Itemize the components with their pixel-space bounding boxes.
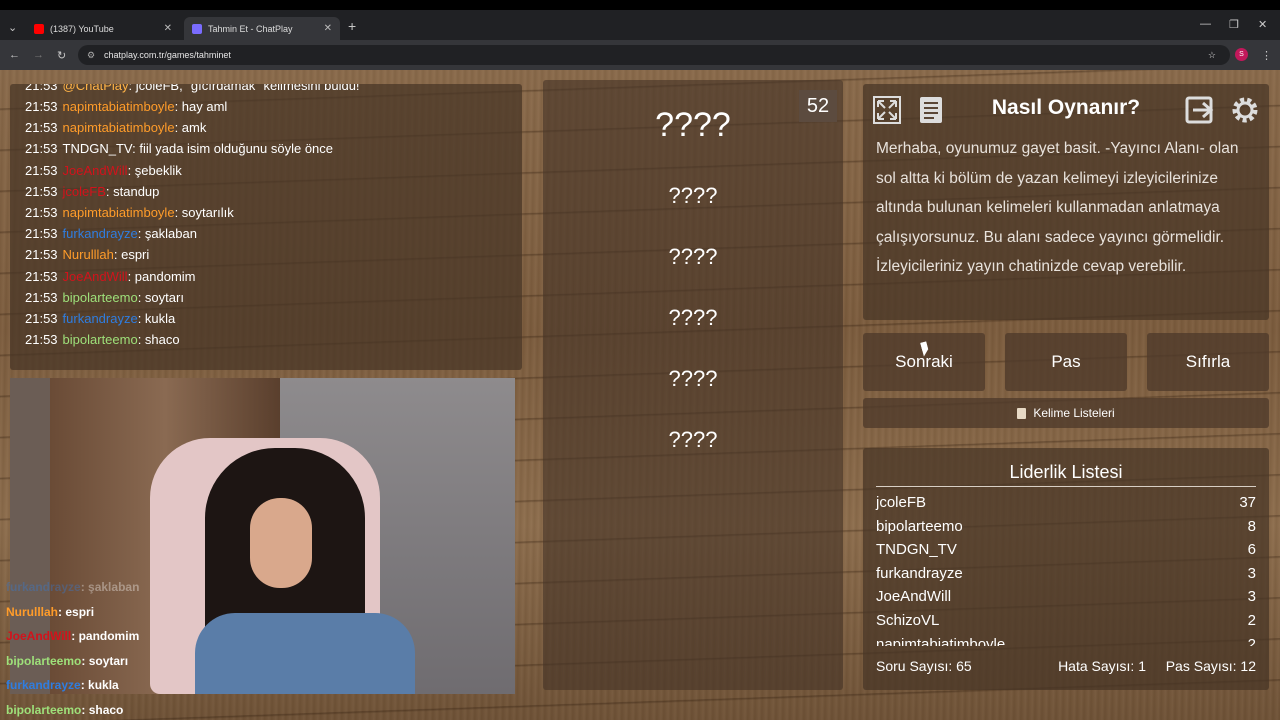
stream-chat-overlay: furkandrayze: şaklaban Nurulllah: espri Jo… (0, 575, 520, 720)
player-name: JoeAndWill (876, 588, 952, 606)
leaderboard-row: JoeAndWill 3 (876, 588, 1256, 612)
player-name: bipolarteemo (876, 517, 963, 535)
chat-line: 21:53 napimtabiatimboyle: hay aml (25, 99, 228, 114)
chat-line: 21:53 bipolarteemo: shaco (25, 332, 180, 348)
tab-youtube[interactable]: (1387) YouTube ✕ (26, 17, 180, 40)
leaderboard-title: Liderlik Listesi (1009, 462, 1123, 482)
chat-line: 21:53 furkandrayze: şaklaban (25, 226, 197, 242)
leaderboard-rows: jcoleFB 37 bipolarteemo 8 TNDGN_TV 6 furkandra… (863, 494, 1269, 646)
player-name: TNDGN_TV (876, 541, 957, 559)
chat-line: 21:53 napimtabiatimboyle: soytarılık (25, 204, 234, 220)
gear-icon[interactable] (1227, 92, 1263, 128)
forbidden-word: ???? (668, 427, 718, 452)
player-score: 37 (1239, 494, 1256, 511)
word-panel: 52 ???? ???? ???? ???? ???? ???? (543, 80, 843, 690)
overlay-chat-line: JoeAndWill: pandomim (6, 629, 140, 643)
player-name: jcoleFB (876, 494, 927, 511)
tab-search-icon[interactable]: ⌄ (8, 21, 17, 34)
leaderboard-stats: Soru Sayısı: 65 Hata Sayısı: 1 Pas Sayıs… (876, 658, 1256, 674)
reset-button[interactable]: Sıfırla (1147, 333, 1269, 391)
reload-icon[interactable]: ↻ (57, 49, 66, 62)
forbidden-word: ???? (668, 366, 718, 391)
leaderboard-row: bipolarteemo 8 (876, 518, 1256, 542)
forbidden-word: ???? (668, 244, 718, 269)
chat-line: 21:53 bipolarteemo: soytarı (25, 289, 184, 305)
how-to-play-text: Merhaba, oyunumuz gayet basit. -Yayıncı … (876, 140, 1239, 276)
main-word: ???? (655, 106, 731, 144)
player-score: 3 (1247, 564, 1256, 582)
overlay-chat-line: bipolarteemo: soytarı (6, 653, 129, 668)
pass-button[interactable]: Pas (1005, 333, 1127, 391)
chat-line: 21:53 napimtabiatimboyle: amk (25, 120, 207, 136)
youtube-icon (34, 23, 44, 34)
menu-icon[interactable]: ⋮ (1261, 49, 1272, 62)
tab-title: Tahmin Et - ChatPlay (208, 23, 293, 34)
chat-line: 21:53 JoeAndWill: şebeklik (25, 162, 182, 178)
browser-tab-bar: ⌄ (1387) YouTube ✕ Tahmin Et - ChatPlay … (0, 0, 1280, 40)
forward-icon[interactable]: → (33, 49, 44, 61)
overlay-chat-line: furkandrayze: kukla (6, 678, 119, 692)
question-count: Soru Sayısı: 65 (876, 658, 972, 674)
player-score: 3 (1247, 588, 1256, 606)
player-name: SchizoVL (876, 612, 940, 629)
chat-line: 21:53 jcoleFB: standup (25, 183, 160, 199)
chat-lines: 21:53 napimtabiatimboyle: hay aml 21:53 nap… (25, 96, 522, 350)
player-score: 8 (1247, 517, 1256, 535)
back-icon[interactable]: ← (9, 49, 20, 61)
close-icon[interactable]: ✕ (324, 23, 332, 34)
maximize-button[interactable]: ❐ (1229, 18, 1239, 31)
leaderboard-row: TNDGN_TV 6 (876, 541, 1256, 565)
word-lists-button[interactable]: Kelime Listeleri (863, 398, 1269, 428)
chat-line: 21:53 furkandrayze: kukla (25, 310, 176, 326)
error-count: Hata Sayısı: 1 (1058, 658, 1146, 674)
pass-count: Pas Sayısı: 12 (1165, 658, 1256, 674)
forbidden-word: ???? (668, 305, 718, 330)
chat-line: 21:53 Nurulllah: espri (25, 247, 150, 263)
player-name: furkandrayze (876, 564, 963, 582)
notebook-icon (1017, 407, 1027, 419)
player-score: 6 (1247, 541, 1256, 559)
leaderboard-row: jcoleFB 37 (876, 494, 1256, 518)
leaderboard-row: SchizoVL 2 (876, 612, 1256, 636)
player-score: 2 (1247, 612, 1256, 629)
tab-title: (1387) YouTube (50, 23, 114, 34)
forbidden-word: ???? (668, 183, 718, 208)
leaderboard-divider (876, 486, 1256, 487)
site-info-icon[interactable]: ⚙ (87, 50, 95, 61)
leaderboard-row: furkandrayze 3 (876, 565, 1256, 589)
profile-avatar[interactable]: S (1235, 48, 1248, 61)
player-name: napimtabiatimboyle (876, 635, 1006, 646)
chat-panel: 21:53 @ChatPlay: jcoleFB, "gıcırdamak" ke… (10, 84, 522, 370)
game-page: 21:53 @ChatPlay: jcoleFB, "gıcırdamak" ke… (0, 70, 1280, 720)
leaderboard-panel: Liderlik Listesi jcoleFB 37 bipolarteemo 8 T… (863, 448, 1269, 690)
overlay-chat-line: furkandrayze: şaklaban (6, 580, 140, 594)
new-tab-button[interactable]: + (348, 18, 356, 34)
close-icon[interactable]: ✕ (164, 23, 172, 34)
overlay-chat-line: Nurulllah: espri (6, 604, 95, 619)
chat-line: 21:53 @ChatPlay: jcoleFB, "gıcırdamak" ke… (25, 84, 360, 93)
how-to-play-panel: Nasıl Oynanır? Merhaba, oyunumuz gayet b… (863, 84, 1269, 320)
overlay-chat-line: bipolarteemo: shaco (6, 702, 124, 717)
chat-line: 21:53 JoeAndWill: pandomim (25, 268, 196, 284)
url-text: chatplay.com.tr/games/tahminet (104, 50, 231, 60)
leaderboard-row: napimtabiatimboyle 2 (876, 636, 1256, 646)
player-score: 2 (1247, 635, 1256, 646)
tab-chatplay[interactable]: Tahmin Et - ChatPlay ✕ (184, 17, 340, 40)
bookmark-star-icon[interactable]: ☆ (1208, 50, 1216, 61)
word-lists-label: Kelime Listeleri (1033, 406, 1115, 420)
address-bar-row: ← → ↻ ⚙ chatplay.com.tr/games/tahminet ☆… (0, 40, 1280, 70)
url-input[interactable]: ⚙ chatplay.com.tr/games/tahminet ☆ (78, 45, 1230, 65)
chat-line: 21:53 TNDGN_TV: fiil yada isim olduğunu s… (25, 141, 334, 157)
minimize-button[interactable]: — (1200, 18, 1211, 30)
chatplay-icon (192, 23, 202, 34)
exit-icon[interactable] (1183, 92, 1219, 128)
window-close-button[interactable]: ✕ (1258, 18, 1267, 31)
